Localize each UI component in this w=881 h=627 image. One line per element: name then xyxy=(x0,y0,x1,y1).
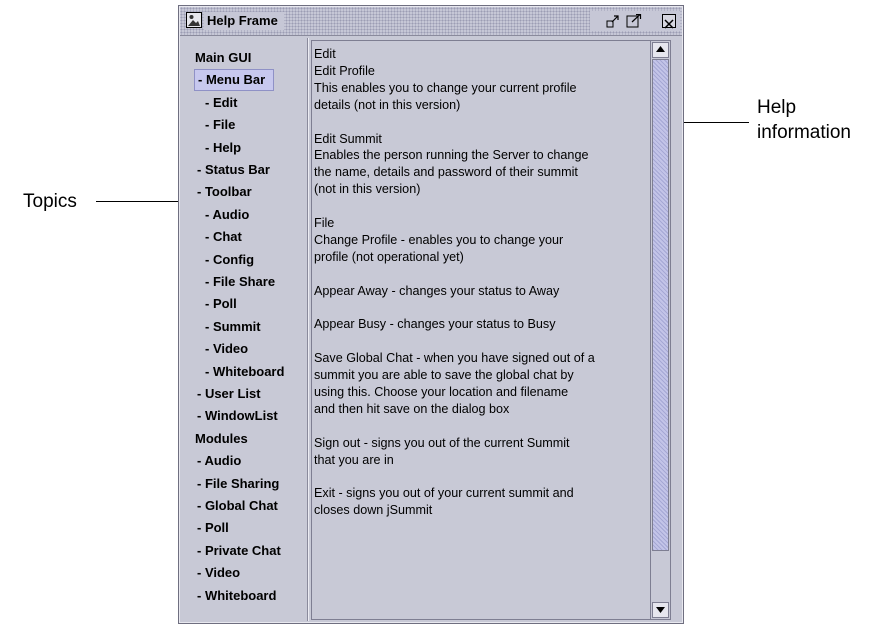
help-text-line: Exit - signs you out of your current sum… xyxy=(314,486,574,501)
minimize-icon[interactable] xyxy=(606,14,622,28)
topic-item[interactable]: - Summit xyxy=(183,317,261,337)
topic-item[interactable]: - Chat xyxy=(183,227,242,247)
help-text-line: Enables the person running the Server to… xyxy=(314,148,589,163)
window-title: Help Frame xyxy=(204,12,284,30)
help-text-line: the name, details and password of their … xyxy=(314,165,578,180)
help-text-line: using this. Choose your location and fil… xyxy=(314,385,569,399)
help-text-line: Change Profile - enables you to change y… xyxy=(314,232,564,247)
help-annotation-label-line1: Help xyxy=(757,97,797,118)
topic-item[interactable]: - WindowList xyxy=(183,406,278,426)
topic-item[interactable]: - Config xyxy=(183,250,254,270)
topic-item[interactable]: - Private Chat xyxy=(183,541,281,561)
help-scrollbar[interactable] xyxy=(651,40,671,620)
topic-item[interactable]: - Audio xyxy=(183,451,241,471)
topic-item[interactable]: - Poll xyxy=(183,294,237,314)
topic-item[interactable]: Main GUI xyxy=(183,48,251,68)
topic-item[interactable]: - Whiteboard xyxy=(183,586,276,606)
topic-item[interactable]: - Help xyxy=(183,138,241,158)
close-icon[interactable] xyxy=(662,14,676,29)
topic-item[interactable]: - Status Bar xyxy=(183,160,270,180)
title-bar[interactable]: Help Frame xyxy=(180,7,682,36)
help-text-line: (not in this version) xyxy=(314,182,421,197)
topic-item[interactable]: - Edit xyxy=(183,93,238,113)
topic-item[interactable]: - Menu Bar xyxy=(193,69,275,92)
arrow-up-icon[interactable] xyxy=(652,42,669,58)
help-text-line: profile (not operational yet) xyxy=(314,249,464,264)
help-text-line: Appear Busy - changes your status to Bus… xyxy=(314,317,556,332)
help-text-line: Edit Profile xyxy=(314,63,375,78)
help-text-line: Save Global Chat - when you have signed … xyxy=(314,351,595,366)
topic-item[interactable]: Modules xyxy=(183,429,248,449)
help-text-line: details (not in this version) xyxy=(314,97,461,112)
topic-item[interactable]: - Global Chat xyxy=(183,496,278,516)
help-frame-window: Help Frame Main GUI - Menu Bar - Edit - … xyxy=(178,5,684,624)
topic-item[interactable]: - User List xyxy=(183,384,261,404)
help-text-line: and then hit save on the dialog box xyxy=(314,401,510,416)
help-text-line: Edit Summit xyxy=(314,131,382,146)
topic-item[interactable]: - File Sharing xyxy=(183,474,279,494)
topics-tree: Main GUI - Menu Bar - Edit - File - Help - St… xyxy=(183,40,307,619)
window-image-icon xyxy=(186,12,202,28)
help-text-line: Edit xyxy=(314,47,336,61)
help-text-line: Appear Away - changes your status to Awa… xyxy=(314,283,560,298)
topic-item[interactable]: - Whiteboard xyxy=(183,362,284,382)
topic-item[interactable]: - Toolbar xyxy=(183,182,252,202)
topic-item[interactable]: - File Share xyxy=(183,272,275,292)
topics-annotation-line xyxy=(96,201,188,202)
scrollbar-thumb[interactable] xyxy=(652,59,669,551)
topic-item[interactable]: - Video xyxy=(183,339,248,359)
topic-item[interactable]: - File xyxy=(183,115,235,135)
help-text-line: Sign out - signs you out of the current … xyxy=(314,435,570,450)
help-text-line: closes down jSummit xyxy=(314,503,433,518)
help-text-line: that you are in xyxy=(314,452,394,467)
help-annotation-label-line2: information xyxy=(757,122,851,143)
help-text-line: This enables you to change your current … xyxy=(314,80,577,95)
topic-item[interactable]: - Audio xyxy=(183,205,249,225)
help-text-line: File xyxy=(314,216,335,230)
topic-item[interactable]: - Poll xyxy=(183,518,229,538)
topics-annotation-label: Topics xyxy=(23,191,77,212)
topic-item[interactable]: - Video xyxy=(183,563,240,583)
split-pane-divider[interactable] xyxy=(307,38,308,621)
arrow-down-icon[interactable] xyxy=(652,602,669,618)
help-text-line: summit you are able to save the global c… xyxy=(314,368,574,383)
maximize-icon[interactable] xyxy=(626,13,642,28)
help-content-area: Edit Edit Profile This enables you to chan… xyxy=(311,40,651,620)
